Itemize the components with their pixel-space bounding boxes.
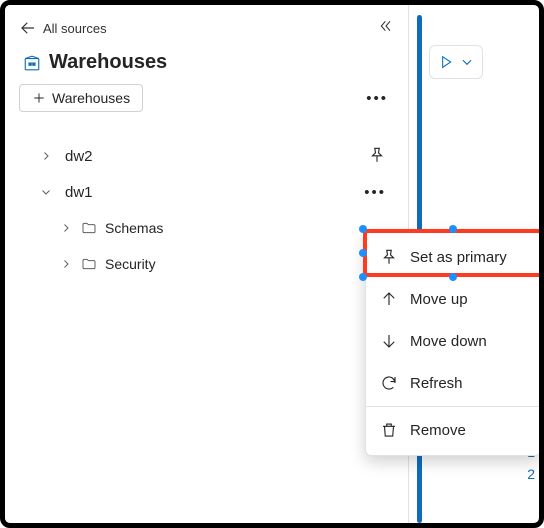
tree-item-security[interactable]: Security — [59, 246, 394, 282]
chevron-right-icon — [39, 150, 53, 162]
menu-label: Move down — [410, 333, 487, 350]
pin-icon — [380, 248, 398, 266]
menu-item-refresh[interactable]: Refresh — [366, 362, 540, 404]
run-button[interactable] — [438, 54, 454, 70]
more-button[interactable]: ••• — [366, 90, 388, 107]
folder-icon — [81, 256, 97, 272]
annotation-handle — [539, 273, 544, 281]
collapse-sidebar-button[interactable] — [378, 18, 394, 39]
menu-item-move-up[interactable]: Move up — [366, 278, 540, 320]
chevron-right-icon — [59, 222, 73, 234]
menu-item-set-primary[interactable]: Set as primary — [366, 236, 540, 278]
tree-item-label: dw2 — [65, 148, 93, 165]
folder-icon — [81, 220, 97, 236]
arrow-left-icon — [19, 19, 37, 37]
page-title: Warehouses — [49, 51, 167, 74]
context-menu: Set as primary Move up Move down Refresh… — [365, 231, 541, 456]
chevrons-left-icon — [378, 18, 394, 34]
menu-separator — [366, 406, 540, 407]
tree-item-more-button[interactable]: ••• — [364, 184, 386, 201]
chevron-down-icon — [39, 186, 53, 198]
tree: dw2 dw1 ••• Schemas — [19, 138, 394, 282]
refresh-icon — [380, 374, 398, 392]
back-link[interactable]: All sources — [19, 19, 107, 37]
chevron-down-icon — [460, 55, 474, 69]
annotation-handle — [539, 225, 544, 233]
add-warehouse-label: Warehouses — [52, 90, 130, 106]
menu-item-remove[interactable]: Remove — [366, 409, 540, 451]
menu-label: Refresh — [410, 375, 463, 392]
run-dropdown-button[interactable] — [460, 55, 474, 69]
tree-item-label: dw1 — [65, 184, 93, 201]
menu-item-move-down[interactable]: Move down — [366, 320, 540, 362]
chevron-right-icon — [59, 258, 73, 270]
tree-item-dw1[interactable]: dw1 ••• — [19, 174, 394, 210]
warehouse-icon — [23, 54, 41, 72]
tree-item-label: Schemas — [105, 220, 163, 236]
play-icon — [438, 54, 454, 70]
arrow-down-icon — [380, 332, 398, 350]
annotation-handle — [539, 249, 544, 257]
arrow-up-icon — [380, 290, 398, 308]
menu-label: Move up — [410, 291, 468, 308]
tree-item-dw2[interactable]: dw2 — [19, 138, 394, 174]
menu-label: Remove — [410, 422, 466, 439]
add-warehouse-button[interactable]: Warehouses — [19, 84, 143, 112]
run-toolbar — [429, 45, 483, 79]
tree-item-schemas[interactable]: Schemas — [59, 210, 394, 246]
back-label: All sources — [43, 21, 107, 36]
sidebar: All sources Warehouses Warehouses ••• dw… — [5, 5, 409, 523]
menu-label: Set as primary — [410, 249, 507, 266]
tree-item-label: Security — [105, 256, 156, 272]
pin-icon[interactable] — [368, 146, 386, 167]
trash-icon — [380, 421, 398, 439]
plus-icon — [32, 91, 46, 105]
